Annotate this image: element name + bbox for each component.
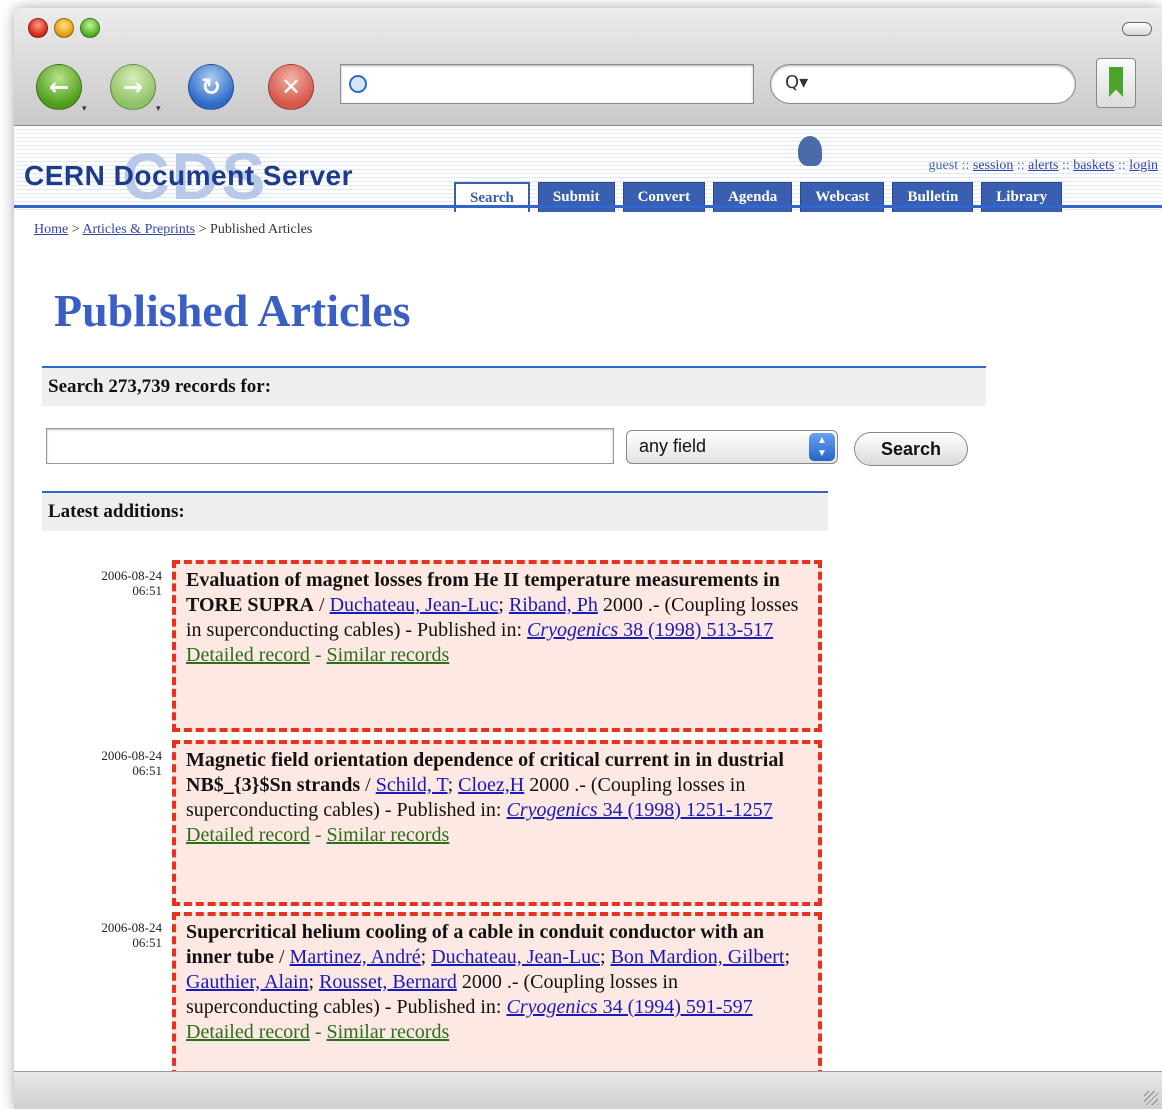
breadcrumb-articles[interactable]: Articles & Preprints	[82, 222, 195, 237]
forward-arrow-icon: →	[122, 73, 144, 101]
author-link[interactable]: Gauthier, Alain	[186, 971, 309, 993]
search-icon[interactable]: Q▾	[785, 72, 808, 93]
breadcrumb: Home > Articles & Preprints > Published …	[34, 222, 313, 237]
author-link[interactable]: Duchateau, Jean-Luc	[330, 594, 499, 616]
browser-toolbar: ← ▾ → ▾ ↻ ✕ Q▾	[14, 8, 1162, 126]
minimize-window-button[interactable]	[54, 18, 74, 38]
record-date-day: 2006-08-24	[101, 568, 162, 583]
close-window-button[interactable]	[28, 18, 48, 38]
record-date: 2006-08-24 06:51	[66, 748, 162, 778]
back-history-dropdown-icon[interactable]: ▾	[82, 104, 87, 114]
latest-additions-label: Latest additions:	[42, 491, 828, 531]
select-arrows-icon: ▲ ▼	[809, 433, 835, 461]
journal-link[interactable]: Cryogenics 34 (1998) 1251-1257	[507, 799, 773, 821]
record-date-day: 2006-08-24	[101, 920, 162, 935]
page-title: Published Articles	[54, 285, 411, 336]
author-link[interactable]: Riband, Ph	[509, 594, 598, 616]
author-link[interactable]: Cloez,H	[458, 774, 524, 796]
user-link-login[interactable]: login	[1129, 158, 1158, 173]
url-input[interactable]	[373, 71, 743, 97]
field-select[interactable]: any field ▲ ▼	[626, 430, 838, 464]
stop-button[interactable]: ✕	[268, 64, 314, 110]
similar-records-link[interactable]: Similar records	[327, 644, 450, 666]
browser-search-input[interactable]	[817, 73, 1063, 97]
record-date: 2006-08-24 06:51	[66, 568, 162, 598]
breadcrumb-current: Published Articles	[210, 222, 313, 237]
reload-icon: ↻	[200, 73, 222, 101]
record-date: 2006-08-24 06:51	[66, 920, 162, 950]
stop-icon: ✕	[280, 73, 302, 101]
user-links: guest :: session :: alerts :: baskets ::…	[928, 158, 1158, 173]
status-bar	[14, 1071, 1162, 1109]
address-bar[interactable]	[340, 64, 754, 104]
record-box: Supercritical helium cooling of a cable …	[172, 912, 822, 1078]
breadcrumb-home[interactable]: Home	[34, 222, 68, 237]
bookmark-button[interactable]	[1096, 58, 1136, 108]
author-link[interactable]: Martinez, André	[290, 946, 421, 968]
detailed-record-link[interactable]: Detailed record	[186, 824, 310, 846]
browser-search-bar[interactable]: Q▾	[770, 64, 1076, 104]
globe-icon	[349, 75, 367, 93]
field-select-value: any field	[639, 436, 707, 456]
forward-history-dropdown-icon[interactable]: ▾	[156, 104, 161, 114]
user-link-baskets[interactable]: baskets	[1073, 158, 1114, 173]
logo-text: CERN Document Server	[24, 160, 353, 191]
detailed-record-link[interactable]: Detailed record	[186, 644, 310, 666]
record-date-day: 2006-08-24	[101, 748, 162, 763]
author-link[interactable]: Bon Mardion, Gilbert	[611, 946, 785, 968]
user-link-alerts[interactable]: alerts	[1028, 158, 1058, 173]
toolbar-toggle-button[interactable]	[1122, 22, 1152, 36]
record-box: Magnetic field orientation dependence of…	[172, 740, 822, 906]
search-input[interactable]	[46, 428, 614, 464]
site-header: CDS CERN Document Server guest :: sessio…	[14, 126, 1162, 212]
back-button[interactable]: ←	[36, 64, 82, 110]
author-link[interactable]: Duchateau, Jean-Luc	[431, 946, 600, 968]
detailed-record-link[interactable]: Detailed record	[186, 1021, 310, 1043]
record-actions: Detailed record - Similar records	[186, 644, 450, 666]
record-date-time: 06:51	[132, 763, 162, 778]
journal-link[interactable]: Cryogenics 38 (1998) 513-517	[527, 619, 773, 641]
record-actions: Detailed record - Similar records	[186, 824, 450, 846]
search-button[interactable]: Search	[854, 432, 968, 466]
user-link-session[interactable]: session	[973, 158, 1013, 173]
record-actions: Detailed record - Similar records	[186, 1021, 450, 1043]
record-date-time: 06:51	[132, 935, 162, 950]
search-label: Search 273,739 records for:	[42, 366, 986, 406]
user-link-guest: guest	[928, 158, 959, 173]
record-box: Evaluation of magnet losses from He II t…	[172, 560, 822, 732]
bookmark-icon	[1109, 67, 1123, 97]
browser-window: ← ▾ → ▾ ↻ ✕ Q▾ CDS CERN Document Server …	[14, 8, 1162, 1109]
resize-grip-icon[interactable]	[1144, 1091, 1158, 1105]
user-icon	[798, 136, 822, 166]
forward-button[interactable]: →	[110, 64, 156, 110]
similar-records-link[interactable]: Similar records	[327, 824, 450, 846]
author-link[interactable]: Rousset, Bernard	[319, 971, 457, 993]
similar-records-link[interactable]: Similar records	[327, 1021, 450, 1043]
record-date-time: 06:51	[132, 583, 162, 598]
zoom-window-button[interactable]	[80, 18, 100, 38]
author-link[interactable]: Schild, T	[376, 774, 448, 796]
journal-link[interactable]: Cryogenics 34 (1994) 591-597	[507, 996, 753, 1018]
reload-button[interactable]: ↻	[188, 64, 234, 110]
header-divider	[14, 205, 1162, 208]
back-arrow-icon: ←	[48, 73, 70, 101]
